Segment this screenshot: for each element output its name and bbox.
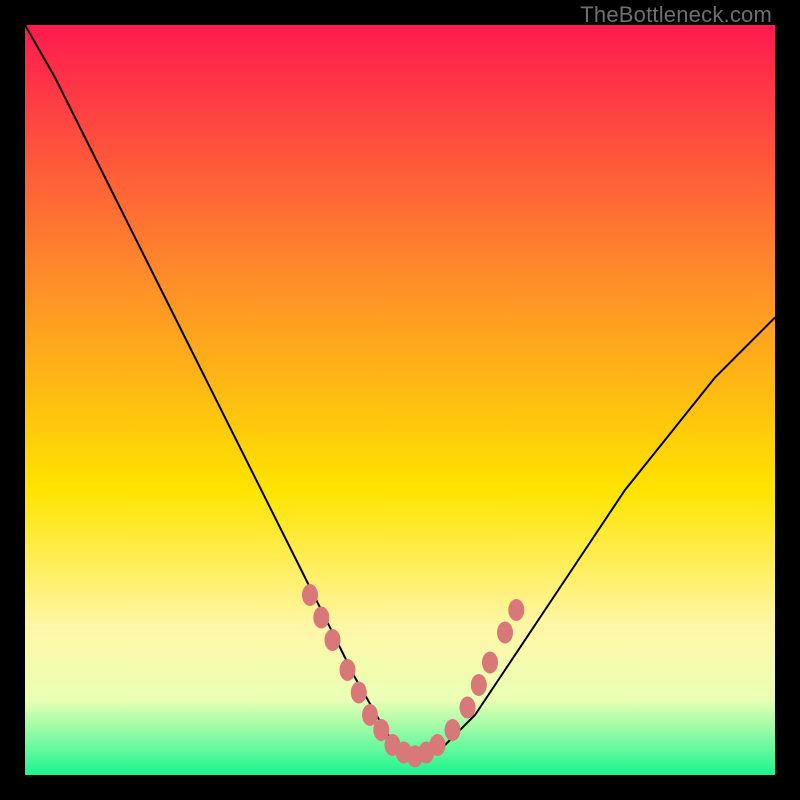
bead-marker — [497, 622, 513, 644]
bead-marker — [313, 607, 329, 629]
bead-marker — [430, 734, 446, 756]
chart-plot — [25, 25, 775, 775]
bead-marker — [302, 584, 318, 606]
chart-frame — [25, 25, 775, 775]
bead-marker — [325, 629, 341, 651]
curve-line — [25, 25, 775, 760]
bead-marker — [471, 674, 487, 696]
bead-marker — [445, 719, 461, 741]
watermark-text: TheBottleneck.com — [580, 2, 772, 28]
bead-marker — [351, 682, 367, 704]
bead-markers — [302, 584, 524, 767]
bead-marker — [340, 659, 356, 681]
bead-marker — [460, 697, 476, 719]
bead-marker — [482, 652, 498, 674]
bead-marker — [508, 599, 524, 621]
